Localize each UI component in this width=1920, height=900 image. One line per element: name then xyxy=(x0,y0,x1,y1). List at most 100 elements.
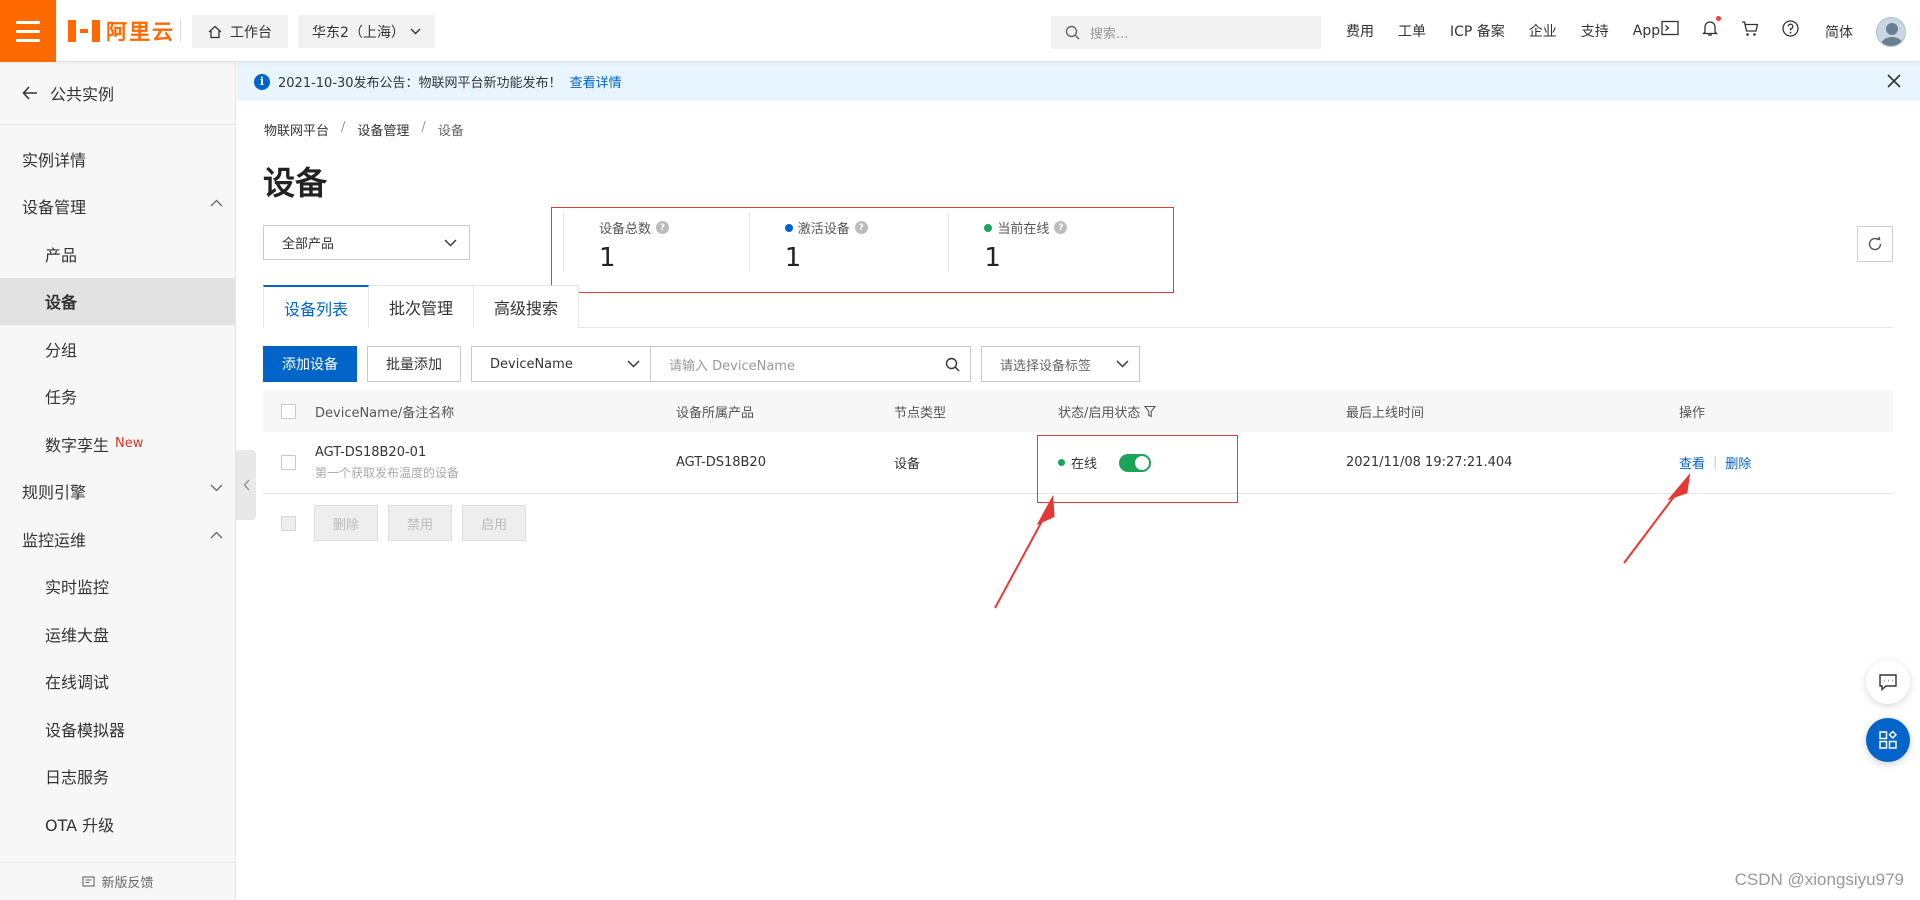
bulk-checkbox[interactable] xyxy=(281,515,296,531)
chevron-up-icon xyxy=(210,531,223,539)
breadcrumb-iot-platform[interactable]: 物联网平台 xyxy=(264,120,329,139)
column-header-status: 状态/启用状态 xyxy=(1058,390,1157,432)
sidebar-item-group[interactable]: 分组 xyxy=(0,325,235,373)
refresh-icon xyxy=(1868,236,1882,251)
sidebar-item-ops-dashboard[interactable]: 运维大盘 xyxy=(0,610,235,658)
sidebar-item-log-service[interactable]: 日志服务 xyxy=(0,753,235,801)
cart-icon[interactable] xyxy=(1740,18,1760,38)
sidebar-item-monitoring[interactable]: 监控运维 xyxy=(0,515,235,563)
bulk-disable-button[interactable]: 禁用 xyxy=(388,505,453,541)
top-link-app[interactable]: App xyxy=(1633,23,1660,39)
search-field-select[interactable]: DeviceName xyxy=(471,346,651,382)
info-icon: i xyxy=(254,73,270,90)
apps-icon xyxy=(1879,730,1898,749)
chat-icon xyxy=(1879,674,1897,691)
announcement-text: 2021-10-30发布公告：物联网平台新功能发布！ xyxy=(278,76,562,91)
aliyun-logo-icon xyxy=(68,20,100,42)
annotation-arrow-status xyxy=(994,494,1055,609)
sidebar-collapse-handle[interactable] xyxy=(236,450,256,520)
annotation-box xyxy=(551,207,1174,293)
view-link[interactable]: 查看 xyxy=(1679,453,1705,472)
sidebar-item-device-simulator[interactable]: 设备模拟器 xyxy=(0,705,235,753)
workbench-button[interactable]: 工作台 xyxy=(192,15,288,48)
sidebar-item-instance-detail[interactable]: 实例详情 xyxy=(0,135,235,183)
delete-link[interactable]: 删除 xyxy=(1725,453,1751,472)
bulk-delete-button[interactable]: 删除 xyxy=(314,505,379,541)
top-icons xyxy=(1660,16,1800,38)
top-navbar: 阿里云 工作台 华东2（上海） 搜索... 费用 工单 ICP 备案 企业 支持… xyxy=(0,0,1920,62)
announcement-bar: i 2021-10-30发布公告：物联网平台新功能发布！ 查看详情 xyxy=(237,62,1920,101)
language-switch[interactable]: 简体 xyxy=(1825,22,1853,42)
breadcrumb: 物联网平台 / 设备管理 / 设备 xyxy=(264,120,464,139)
batch-add-button[interactable]: 批量添加 xyxy=(367,346,461,382)
sidebar-item-ota-upgrade[interactable]: OTA 升级 xyxy=(0,800,235,848)
tab-device-list[interactable]: 设备列表 xyxy=(263,285,370,329)
hamburger-menu-button[interactable] xyxy=(0,0,56,62)
sidebar-item-digital-twin[interactable]: 数字孪生 New xyxy=(0,420,235,468)
feedback-button[interactable]: 新版反馈 xyxy=(0,862,236,900)
breadcrumb-device-management[interactable]: 设备管理 xyxy=(357,120,409,139)
device-name: AGT-DS18B20-01 xyxy=(315,444,427,460)
add-device-button[interactable]: 添加设备 xyxy=(263,346,357,382)
select-all-checkbox[interactable] xyxy=(281,403,296,419)
sidebar-item-device-management[interactable]: 设备管理 xyxy=(0,183,235,231)
refresh-button[interactable] xyxy=(1857,226,1893,262)
product-filter-select[interactable]: 全部产品 xyxy=(263,225,470,260)
sidebar: 公共实例 实例详情 设备管理 产品 设备 分组 任务 数字孪生 New 规则引擎 … xyxy=(0,62,236,900)
sidebar-item-device[interactable]: 设备 xyxy=(0,277,235,325)
bulk-actions: 删除 禁用 启用 xyxy=(263,505,527,541)
tab-advanced-search[interactable]: 高级搜索 xyxy=(473,285,580,328)
new-badge: New xyxy=(115,436,144,452)
device-product: AGT-DS18B20 xyxy=(676,455,766,470)
column-header-product: 设备所属产品 xyxy=(676,405,755,421)
region-selector[interactable]: 华东2（上海） xyxy=(298,15,435,48)
sidebar-item-online-debug[interactable]: 在线调试 xyxy=(0,658,235,706)
column-header-name: DeviceName/备注名称 xyxy=(315,405,455,421)
device-tag-select[interactable]: 请选择设备标签 xyxy=(981,346,1140,382)
column-header-actions: 操作 xyxy=(1679,405,1706,421)
feedback-icon xyxy=(82,875,96,887)
announcement-link[interactable]: 查看详情 xyxy=(570,72,622,91)
top-link-enterprise[interactable]: 企业 xyxy=(1529,21,1557,41)
sidebar-item-product[interactable]: 产品 xyxy=(0,230,235,278)
chevron-up-icon xyxy=(210,199,223,206)
filter-icon[interactable] xyxy=(1144,405,1157,418)
top-link-support[interactable]: 支持 xyxy=(1581,21,1609,41)
column-header-last-online: 最后上线时间 xyxy=(1346,405,1425,421)
home-icon xyxy=(208,25,222,38)
device-name-search-input[interactable]: 请输入 DeviceName xyxy=(651,346,971,382)
annotation-box xyxy=(1037,435,1238,503)
chevron-down-icon xyxy=(210,484,223,491)
help-icon[interactable] xyxy=(1780,18,1800,38)
top-link-icp[interactable]: ICP 备案 xyxy=(1450,21,1505,41)
sidebar-back-button[interactable]: 公共实例 xyxy=(0,62,235,125)
sidebar-item-rule-engine[interactable]: 规则引擎 xyxy=(0,468,235,516)
notification-dot xyxy=(1716,16,1721,21)
chat-float-button[interactable] xyxy=(1866,660,1910,704)
arrow-left-icon xyxy=(22,86,37,100)
tab-batch-management[interactable]: 批次管理 xyxy=(368,285,475,328)
top-link-fee[interactable]: 费用 xyxy=(1346,21,1374,41)
bell-icon[interactable] xyxy=(1700,16,1721,38)
search-icon[interactable] xyxy=(945,357,960,372)
device-last-online: 2021/11/08 19:27:21.404 xyxy=(1346,455,1513,470)
breadcrumb-current: 设备 xyxy=(437,124,464,139)
sidebar-item-realtime-monitor[interactable]: 实时监控 xyxy=(0,563,235,611)
global-search-input[interactable]: 搜索... xyxy=(1051,16,1321,49)
sidebar-item-task[interactable]: 任务 xyxy=(0,373,235,421)
close-icon[interactable] xyxy=(1886,73,1902,89)
aliyun-logo[interactable]: 阿里云 xyxy=(68,16,175,46)
top-links: 费用 工单 ICP 备案 企业 支持 App xyxy=(1330,0,1660,62)
device-node-type: 设备 xyxy=(894,457,921,472)
user-avatar[interactable] xyxy=(1876,17,1906,47)
toolbar: 添加设备 批量添加 DeviceName 请输入 DeviceName 请选择设… xyxy=(263,346,1140,382)
row-checkbox[interactable] xyxy=(281,455,296,470)
action-separator: | xyxy=(1713,455,1718,470)
bulk-enable-button[interactable]: 启用 xyxy=(462,505,527,541)
terminal-icon[interactable] xyxy=(1660,18,1680,38)
column-header-node-type: 节点类型 xyxy=(894,405,947,421)
tab-bar: 设备列表 批次管理 高级搜索 xyxy=(263,285,1893,329)
apps-float-button[interactable] xyxy=(1866,718,1910,762)
chevron-down-icon xyxy=(444,239,457,246)
top-link-ticket[interactable]: 工单 xyxy=(1398,21,1426,41)
